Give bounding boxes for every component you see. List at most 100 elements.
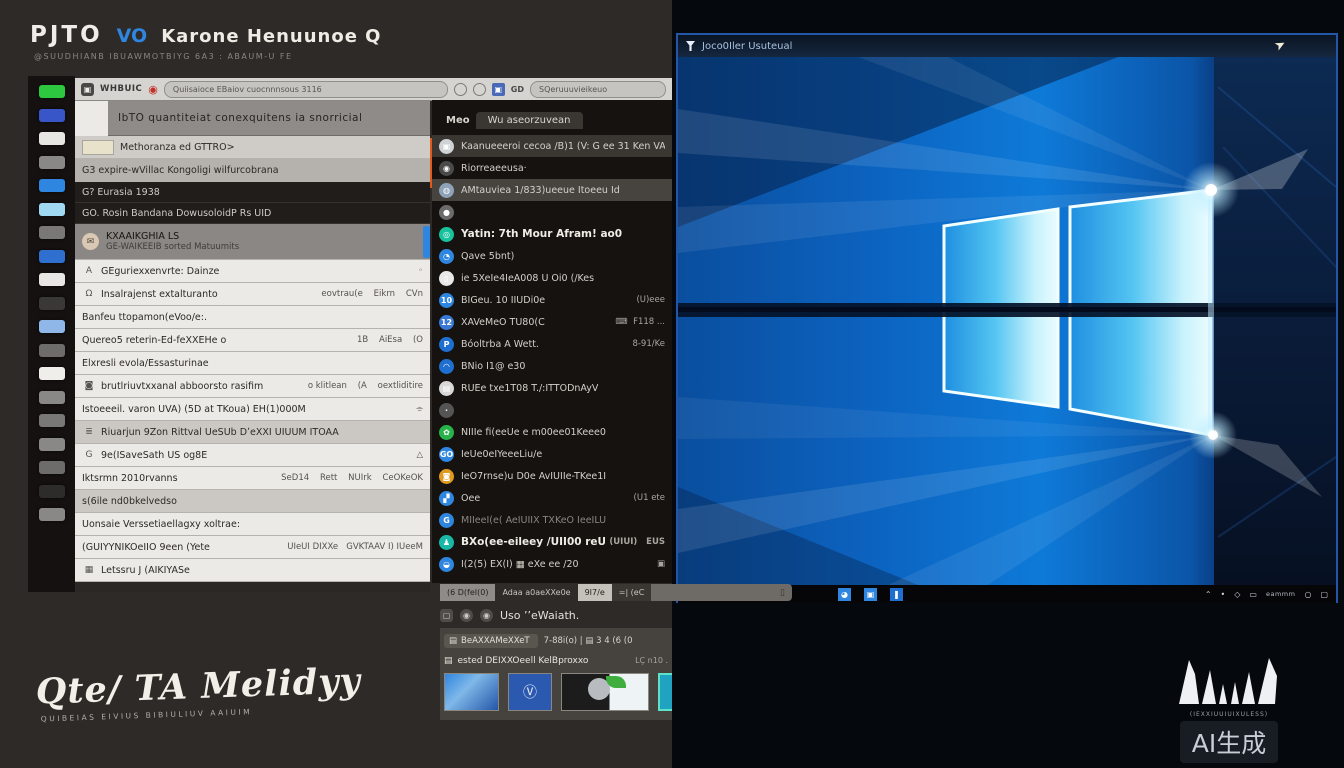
list-row[interactable]: KXAAIKGHIA LS GE-WAIKEEIB sorted Matuumi… bbox=[75, 224, 430, 260]
strip-segment[interactable]: ▯ bbox=[651, 584, 792, 601]
rail-tile-icon[interactable] bbox=[39, 179, 65, 192]
toolbar-menu-label[interactable]: WHBUIC bbox=[100, 84, 142, 94]
list-row[interactable]: G 9e(ISaveSath US og8E △ bbox=[75, 444, 430, 467]
address-bar[interactable]: Quiisaioce EBaiov cuocnnnsous 3116 bbox=[164, 81, 448, 98]
list-row[interactable]: (GUIYYNIKOeIIO 9een (Yete UIeUI DIXXe GV… bbox=[75, 536, 430, 559]
rail-tile-icon[interactable] bbox=[39, 414, 65, 427]
menu-item-icon: G bbox=[439, 513, 454, 528]
rail-tile-icon[interactable] bbox=[39, 391, 65, 404]
thumbnail-shield[interactable]: Ⓥ bbox=[508, 673, 552, 711]
menu-item[interactable]: 10 BIGeu. 10 IIUDi0e (U)eee bbox=[432, 289, 672, 311]
menu-item[interactable]: ✿ NIIIe fi(eeUe e m00ee01Keee0 bbox=[432, 421, 672, 443]
menu-item[interactable]: GO IeUe0eIYeeeLiu/e bbox=[432, 443, 672, 465]
taskbar-clock[interactable]: eammm bbox=[1266, 590, 1295, 598]
list-row[interactable]: G3 expire-wVillac Kongoligi wilfurcobran… bbox=[75, 159, 430, 182]
list-row[interactable]: ▦ Letssru J (AIKIYASe bbox=[75, 559, 430, 582]
menu-item[interactable]: ◎ Yatin: 7th Mour Afram! ao0 bbox=[432, 223, 672, 245]
preview-tab-bar: ▤ BeAXXAMeXXeT 7-88i(o) | ▤ 3 4 (6 (0 bbox=[444, 631, 668, 651]
windows-desktop[interactable] bbox=[678, 57, 1336, 585]
menu-item[interactable]: · bbox=[432, 399, 672, 421]
extension-icon[interactable]: ▣ bbox=[492, 83, 505, 96]
history-icon[interactable] bbox=[473, 83, 486, 96]
strip-segment[interactable]: Adaa a0aeXXe0e bbox=[495, 584, 577, 601]
preview-tab-label: BeAXXAMeXXeT bbox=[461, 636, 530, 646]
rail-tile-icon[interactable] bbox=[39, 226, 65, 239]
menu-tab-more[interactable]: Wu aseorzuvean bbox=[476, 112, 583, 129]
rail-tile-icon[interactable] bbox=[39, 461, 65, 474]
list-row[interactable]: A GEguriexxenvrte: Dainze ◦ bbox=[75, 260, 430, 283]
menu-item[interactable]: ◉ Riorreaeeusa· bbox=[432, 157, 672, 179]
rail-tile-icon[interactable] bbox=[39, 367, 65, 380]
window-icon[interactable]: ▢ bbox=[440, 609, 453, 622]
menu-item[interactable]: ▣ Kaanueeeroi cecoa /B)1 (V: G ee 31 Ken… bbox=[432, 135, 672, 157]
rail-tile-icon[interactable] bbox=[39, 273, 65, 286]
menu-item[interactable]: ◍ AMtauviea 1/833)ueeue Itoeeu Id bbox=[432, 179, 672, 201]
strip-segment[interactable]: 9I7/e bbox=[578, 584, 612, 601]
rail-tile-icon[interactable] bbox=[39, 508, 65, 521]
menu-item[interactable]: G MIIeeI(e( AeIUIIX TXKeO IeeILU bbox=[432, 509, 672, 531]
menu-item[interactable]: ◠ BNio I1@ e30 bbox=[432, 355, 672, 377]
reload-icon[interactable] bbox=[454, 83, 467, 96]
menu-item[interactable]: ◙ IeO7rnse)u D0e AvIUIIe-TKee1I bbox=[432, 465, 672, 487]
rail-tile-icon[interactable] bbox=[39, 109, 65, 122]
rail-tile-icon[interactable] bbox=[39, 250, 65, 263]
search-input[interactable]: SQeruuuvieikeuo bbox=[530, 81, 666, 98]
tray-battery-icon[interactable]: ▭ bbox=[1249, 590, 1257, 599]
tray-dot-icon[interactable]: • bbox=[1221, 590, 1226, 599]
tray-circle-icon[interactable]: ○ bbox=[1304, 590, 1311, 599]
tray-drop-icon[interactable]: ◇ bbox=[1234, 590, 1240, 599]
rail-tile-icon[interactable] bbox=[39, 203, 65, 216]
list-row[interactable]: s(6ile nd0bkelvedso bbox=[75, 490, 430, 513]
list-row[interactable]: Banfeu ttopamon(eVoo/e:. bbox=[75, 306, 430, 329]
preview-tab[interactable]: ▤ BeAXXAMeXXeT bbox=[444, 634, 538, 648]
list-row[interactable]: Methoranza ed GTTRO> bbox=[75, 136, 430, 159]
list-row[interactable]: Quereo5 reterin-Ed-feXXEHe o 1B AiEsa (O bbox=[75, 329, 430, 352]
rail-tile-icon[interactable] bbox=[39, 320, 65, 333]
gd-button[interactable]: GD bbox=[511, 85, 524, 94]
menu-item[interactable]: ▯ ie 5XeIe4IeA008 U Oi0 (/Kes bbox=[432, 267, 672, 289]
list-row[interactable]: Istoeeeil. varon UVA) (5D at TKoua) EH(1… bbox=[75, 398, 430, 421]
thumbnail-photo[interactable] bbox=[444, 673, 499, 711]
rail-tile-icon[interactable] bbox=[39, 85, 65, 98]
menu-item[interactable]: ◔ Qave 5bnt) bbox=[432, 245, 672, 267]
taskbar-app-icon[interactable]: ▣ bbox=[864, 588, 877, 601]
rail-tile-icon[interactable] bbox=[39, 344, 65, 357]
tray-up-arrow-icon[interactable]: ⌃ bbox=[1205, 590, 1212, 599]
list-row[interactable]: G? Eurasia 1938 bbox=[75, 182, 430, 203]
list-row[interactable]: Elxresli evola/Essasturinae bbox=[75, 352, 430, 375]
list-row[interactable]: ≣ Riuarjun 9Zon Rittval UeSUb DʼeXXI UIU… bbox=[75, 421, 430, 444]
strip-segment[interactable]: (6 D(feI(0) bbox=[440, 584, 495, 601]
menu-item[interactable]: 12 XAVeMeO TU80(C ⌨ F118 ... bbox=[432, 311, 672, 333]
list-row[interactable]: ◙ brutlriuvtxxanal abboorsto rasifim o k… bbox=[75, 375, 430, 398]
rail-tile-icon[interactable] bbox=[39, 438, 65, 451]
menu-item[interactable]: P Bóoltrba A Wett. 8-91/Ke bbox=[432, 333, 672, 355]
taskbar-app-icon[interactable]: ❚ bbox=[890, 588, 903, 601]
list-row[interactable]: Ω Insalrajenst extalturanto eovtrau(e Ei… bbox=[75, 283, 430, 306]
menu-item[interactable]: ▤ RUEe txe1T08 T./:ITTODnAyV bbox=[432, 377, 672, 399]
list-row[interactable]: Iktsrmn 2010rvanns SeD14 Rett NUIrk CeOK… bbox=[75, 467, 430, 490]
thumbnail-collage[interactable] bbox=[561, 673, 649, 711]
menu-item[interactable]: ◒ I(2(5) EX(I) ▦ eXe ee /20 ▣ bbox=[432, 553, 672, 575]
rail-tile-icon[interactable] bbox=[39, 297, 65, 310]
menu-item-label: NIIIe fi(eeUe e m00ee01Keee0 bbox=[461, 427, 606, 438]
strip-segment[interactable]: =| (eC bbox=[612, 584, 652, 601]
shield-icon[interactable]: ◉ bbox=[148, 84, 158, 95]
menu-item[interactable]: ▞ Oee (U1 ete bbox=[432, 487, 672, 509]
app-icon[interactable]: ▣ bbox=[81, 83, 94, 96]
menu-item-icon: ◠ bbox=[439, 359, 454, 374]
menu-tab-meo[interactable]: Meo bbox=[446, 115, 470, 126]
taskbar-app-icon[interactable]: ◕ bbox=[838, 588, 851, 601]
rail-tile-icon[interactable] bbox=[39, 156, 65, 169]
window-titlebar[interactable]: Joco0Iler Usuteual ➤ bbox=[678, 35, 1336, 57]
camera-icon[interactable]: ◉ bbox=[480, 609, 493, 622]
list-row[interactable]: Uonsaie Verssetiaellagxy xoltrae: bbox=[75, 513, 430, 536]
funnel-icon bbox=[686, 41, 695, 51]
rail-tile-icon[interactable] bbox=[39, 485, 65, 498]
menu-item[interactable]: ● bbox=[432, 201, 672, 223]
record-icon[interactable]: ◉ bbox=[460, 609, 473, 622]
menu-item[interactable]: ♟ BXo(ee-eileey /UII00 reUII (UIUI) EUS bbox=[432, 531, 672, 553]
list-row[interactable]: GO. Rosin Bandana DowusoloidP Rs UID bbox=[75, 203, 430, 224]
tray-notification-icon[interactable]: ▢ bbox=[1320, 590, 1328, 599]
rail-tile-icon[interactable] bbox=[39, 132, 65, 145]
row-icon: G bbox=[82, 450, 96, 460]
